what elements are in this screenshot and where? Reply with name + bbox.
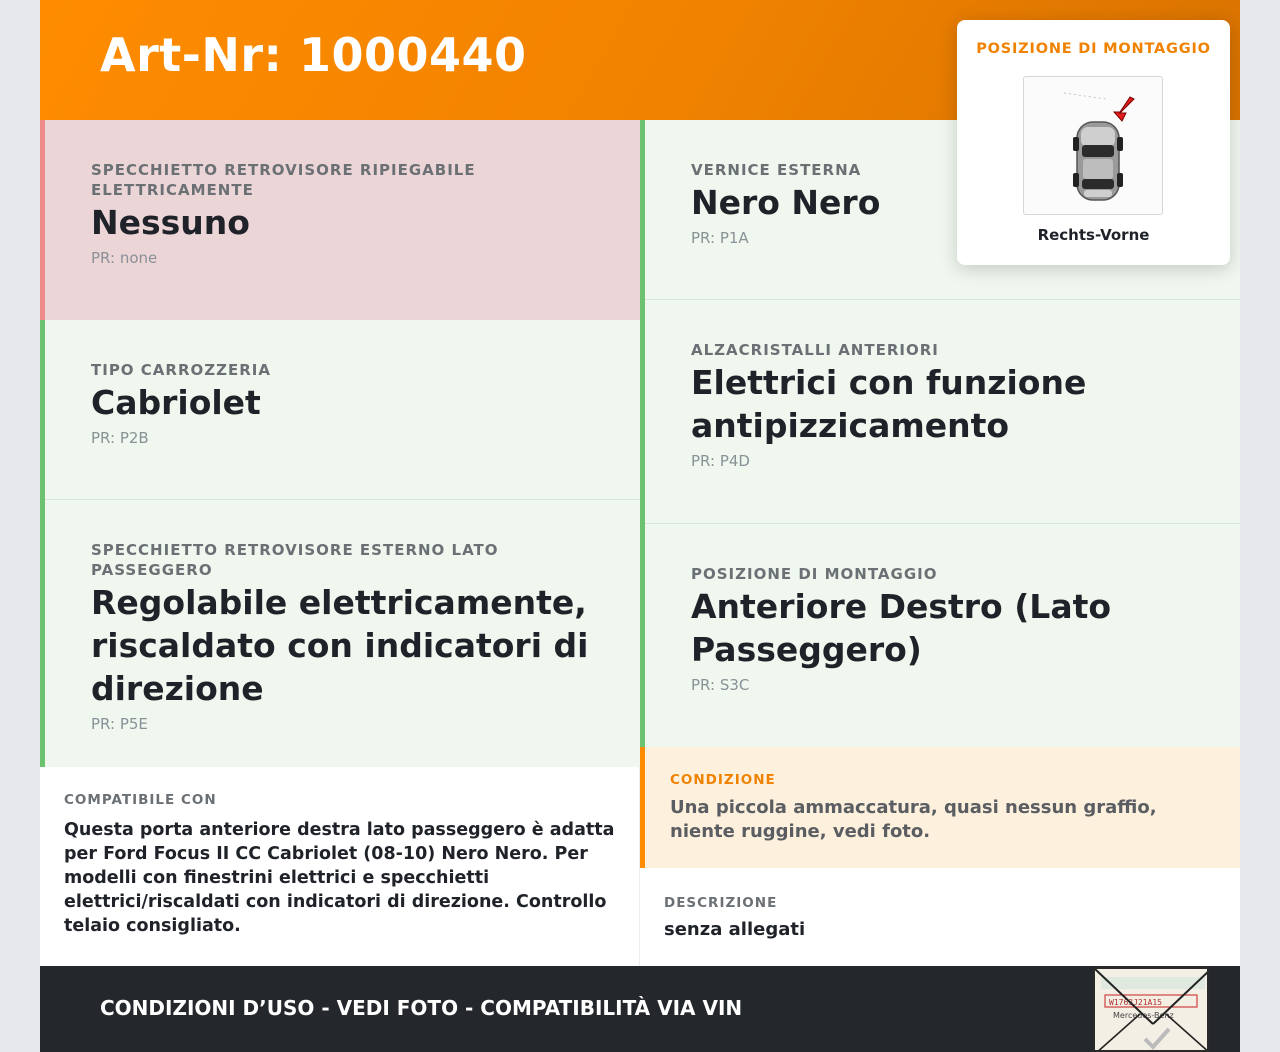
attribute-value: Nessuno (91, 203, 250, 242)
attribute-pr-code: PR: P4D (691, 452, 750, 470)
attribute-pr-code: PR: none (91, 249, 158, 267)
car-position-image[interactable] (1023, 76, 1163, 215)
attribute-cell-front-windows: ALZACRISTALLI ANTERIORI Elettrici con fu… (640, 300, 1240, 524)
attribute-cell-folding-mirror: SPECCHIETTO RETROVISORE RIPIEGABILE ELET… (40, 120, 640, 320)
description-label: DESCRIZIONE (664, 895, 778, 911)
car-top-view-icon (1063, 92, 1135, 201)
envelope-icon: W1763J21A15 Mercedes-Benz (1095, 969, 1207, 1050)
mount-position-caption: Rechts-Vorne (1037, 226, 1150, 244)
mount-position-card: POSIZIONE DI MONTAGGIO Rechts-Vorne (957, 20, 1230, 265)
cell-divider (645, 299, 1240, 300)
attribute-label: SPECCHIETTO RETROVISORE RIPIEGABILE ELET… (91, 161, 476, 199)
vehicle-document-thumbnail[interactable]: W1763J21A15 Mercedes-Benz (1093, 967, 1209, 1052)
condition-label: CONDIZIONE (670, 772, 776, 788)
description-text: senza allegati (664, 919, 806, 940)
page: Art-Nr: 1000440 SPECCHIETTO RETROVISORE … (40, 0, 1240, 1052)
attribute-value: Cabriolet (91, 383, 261, 422)
cell-divider (45, 499, 640, 500)
compatibility-section: COMPATIBILE CON Questa porta anteriore d… (40, 767, 640, 966)
attribute-value: Elettrici con funzione antipizzicamento (691, 363, 1087, 445)
attribute-label: SPECCHIETTO RETROVISORE ESTERNO LATO PAS… (91, 541, 499, 579)
mount-position-title: POSIZIONE DI MONTAGGIO (976, 41, 1211, 57)
attribute-value: Regolabile elettricamente, riscaldato co… (91, 583, 589, 708)
attribute-pr-code: PR: S3C (691, 676, 750, 694)
condition-text: Una piccola ammaccatura, quasi nessun gr… (670, 797, 1157, 842)
article-number-title: Art-Nr: 1000440 (100, 28, 527, 82)
footer-bar: CONDIZIONI D’USO - VEDI FOTO - COMPATIBI… (40, 966, 1240, 1052)
attribute-cell-passenger-mirror: SPECCHIETTO RETROVISORE ESTERNO LATO PAS… (40, 500, 640, 767)
compatibility-label: COMPATIBILE CON (64, 792, 217, 808)
attribute-pr-code: PR: P2B (91, 429, 149, 447)
footer-text: CONDIZIONI D’USO - VEDI FOTO - COMPATIBI… (100, 996, 743, 1020)
attribute-label: POSIZIONE DI MONTAGGIO (691, 565, 938, 583)
cell-divider (645, 523, 1240, 524)
attribute-label: TIPO CARROZZERIA (91, 361, 271, 379)
compatibility-text: Questa porta anteriore destra lato passe… (64, 820, 615, 936)
attribute-label: ALZACRISTALLI ANTERIORI (691, 341, 939, 359)
condition-section: CONDIZIONE Una piccola ammaccatura, quas… (640, 747, 1240, 868)
svg-text:W1763J21A15: W1763J21A15 (1109, 998, 1162, 1007)
attribute-pr-code: PR: P5E (91, 715, 148, 733)
description-section: DESCRIZIONE senza allegati (640, 868, 1240, 966)
attribute-cell-mount-position: POSIZIONE DI MONTAGGIO Anteriore Destro … (640, 524, 1240, 747)
attribute-value: Anteriore Destro (Lato Passeggero) (691, 587, 1112, 669)
attribute-cell-body-type: TIPO CARROZZERIA Cabriolet PR: P2B (40, 320, 640, 500)
